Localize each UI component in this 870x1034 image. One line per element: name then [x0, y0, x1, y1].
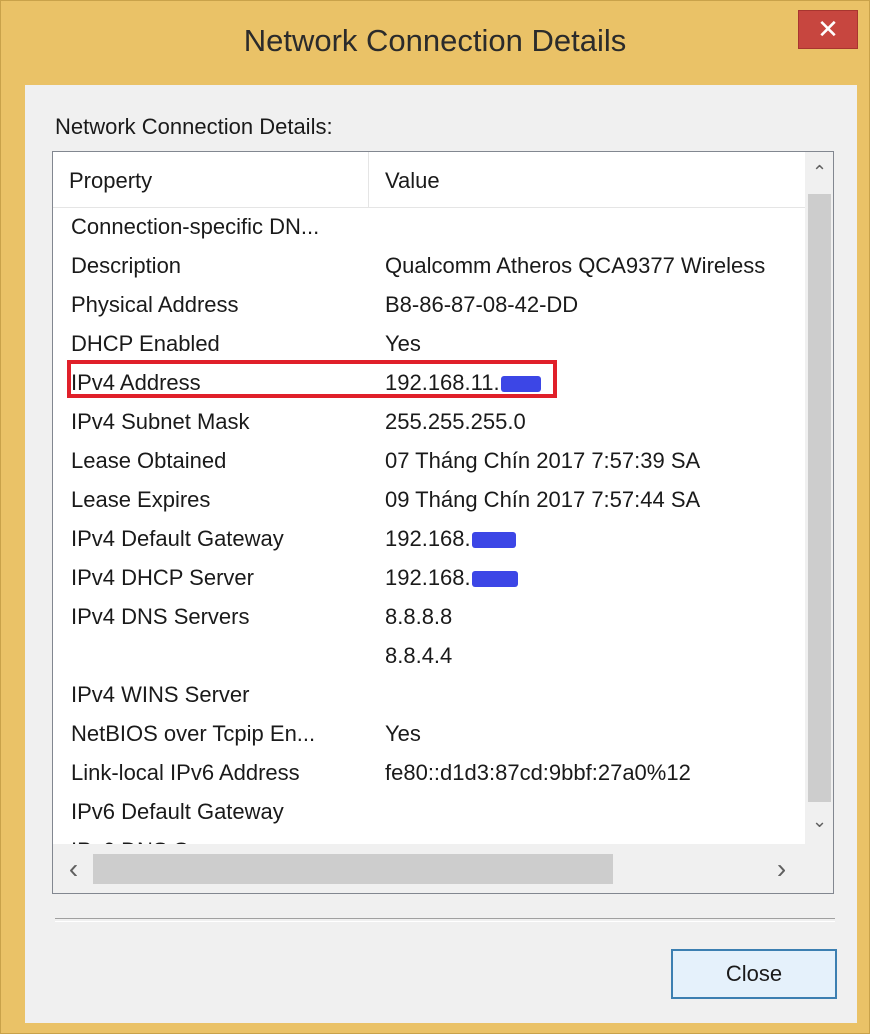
table-row[interactable]: Connection-specific DN... [53, 207, 805, 246]
row-property: NetBIOS over Tcpip En... [71, 721, 316, 746]
scroll-down-icon[interactable]: ⌄ [805, 807, 833, 836]
column-header-value[interactable]: Value [369, 152, 805, 207]
window-title: Network Connection Details [243, 23, 627, 58]
row-value-text: 8.8.4.4 [385, 643, 453, 668]
row-property: Connection-specific DN... [71, 214, 320, 239]
row-value-text: B8-86-87-08-42-DD [385, 292, 579, 317]
row-value-text: Qualcomm Atheros QCA9377 Wireless [385, 253, 766, 278]
table-row[interactable]: IPv6 Default Gateway [53, 792, 805, 831]
table-row[interactable]: 8.8.4.4 [53, 636, 805, 675]
row-property: IPv4 DNS Servers [71, 604, 250, 629]
dialog-body: Network Connection Details: Property Val… [25, 85, 857, 1023]
row-value-text: fe80::d1d3:87cd:9bbf:27a0%12 [385, 760, 691, 785]
row-value-text: 192.168. [385, 526, 471, 551]
row-value-text: 8.8.8.8 [385, 604, 453, 629]
row-property: IPv4 WINS Server [71, 682, 250, 707]
row-value: 09 Tháng Chín 2017 7:57:44 SA [385, 480, 805, 519]
row-property: Description [71, 253, 182, 278]
row-value: 255.255.255.0 [385, 402, 805, 441]
row-value: B8-86-87-08-42-DD [385, 285, 805, 324]
scroll-right-icon[interactable]: › [767, 853, 796, 884]
divider [55, 918, 835, 922]
row-value-text: 255.255.255.0 [385, 409, 526, 434]
row-value: 192.168. [385, 558, 805, 597]
row-value-text: 07 Tháng Chín 2017 7:57:39 SA [385, 448, 701, 473]
table-row[interactable]: IPv4 Subnet Mask 255.255.255.0 [53, 402, 805, 441]
table-row[interactable]: IPv4 DHCP Server 192.168. [53, 558, 805, 597]
close-icon[interactable]: ✕ [798, 10, 858, 49]
row-property: DHCP Enabled [71, 331, 220, 356]
table-row[interactable]: NetBIOS over Tcpip En... Yes [53, 714, 805, 753]
scroll-corner [805, 844, 833, 893]
row-property: Lease Obtained [71, 448, 227, 473]
table-row[interactable]: IPv6 DNS Servers [53, 831, 805, 844]
network-connection-details-dialog: Network Connection Details ✕ Network Con… [0, 0, 870, 1034]
column-header-property[interactable]: Property [53, 152, 369, 207]
row-property: Lease Expires [71, 487, 211, 512]
row-value: Yes [385, 714, 805, 753]
details-list[interactable]: Property Value Connection-specific DN...… [52, 151, 834, 894]
scroll-left-icon[interactable]: ‹ [59, 853, 88, 884]
row-property: Physical Address [71, 292, 239, 317]
scroll-up-icon[interactable]: ⌃ [805, 158, 833, 187]
horizontal-scroll-thumb[interactable] [93, 854, 613, 884]
row-value: Yes [385, 324, 805, 363]
vertical-scroll-thumb[interactable] [808, 194, 831, 802]
horizontal-scrollbar[interactable]: ‹ › [53, 844, 805, 893]
row-value-text: 09 Tháng Chín 2017 7:57:44 SA [385, 487, 701, 512]
row-value-text: 192.168. [385, 565, 471, 590]
row-property: Link-local IPv6 Address [71, 760, 300, 785]
list-header: Property Value [53, 152, 805, 208]
details-label: Network Connection Details: [55, 114, 333, 139]
vertical-scrollbar[interactable]: ⌃ ⌄ [805, 152, 833, 844]
list-rows: Connection-specific DN... Description Qual… [53, 207, 805, 844]
row-value: 8.8.8.8 [385, 597, 805, 636]
table-row[interactable]: Lease Expires 09 Tháng Chín 2017 7:57:44 … [53, 480, 805, 519]
row-property: IPv4 Subnet Mask [71, 409, 250, 434]
row-value: Qualcomm Atheros QCA9377 Wireless [385, 246, 805, 285]
row-value: fe80::d1d3:87cd:9bbf:27a0%12 [385, 753, 805, 792]
table-row[interactable]: IPv4 DNS Servers 8.8.8.8 [53, 597, 805, 636]
row-value: 07 Tháng Chín 2017 7:57:39 SA [385, 441, 805, 480]
close-button[interactable]: Close [671, 949, 837, 999]
table-row[interactable]: IPv4 Default Gateway 192.168. [53, 519, 805, 558]
row-value: 8.8.4.4 [385, 636, 805, 675]
table-row[interactable]: Lease Obtained 07 Tháng Chín 2017 7:57:39… [53, 441, 805, 480]
redaction-mark [471, 571, 518, 588]
row-property: IPv6 Default Gateway [71, 799, 284, 824]
table-row[interactable]: Link-local IPv6 Address fe80::d1d3:87cd:9… [53, 753, 805, 792]
row-value-text: Yes [385, 721, 421, 746]
row-value: 192.168. [385, 519, 805, 558]
table-row[interactable]: DHCP Enabled Yes [53, 324, 805, 363]
title-bar[interactable]: Network Connection Details ✕ [1, 1, 869, 85]
row-property: IPv6 DNS Servers [71, 831, 361, 844]
ipv4-highlight-box [67, 360, 557, 398]
row-value-text: Yes [385, 331, 421, 356]
redaction-mark [471, 532, 516, 549]
table-row[interactable]: Physical Address B8-86-87-08-42-DD [53, 285, 805, 324]
table-row[interactable]: IPv4 WINS Server [53, 675, 805, 714]
table-row[interactable]: Description Qualcomm Atheros QCA9377 Wire… [53, 246, 805, 285]
row-property: IPv4 Default Gateway [71, 526, 284, 551]
row-property: IPv4 DHCP Server [71, 565, 254, 590]
